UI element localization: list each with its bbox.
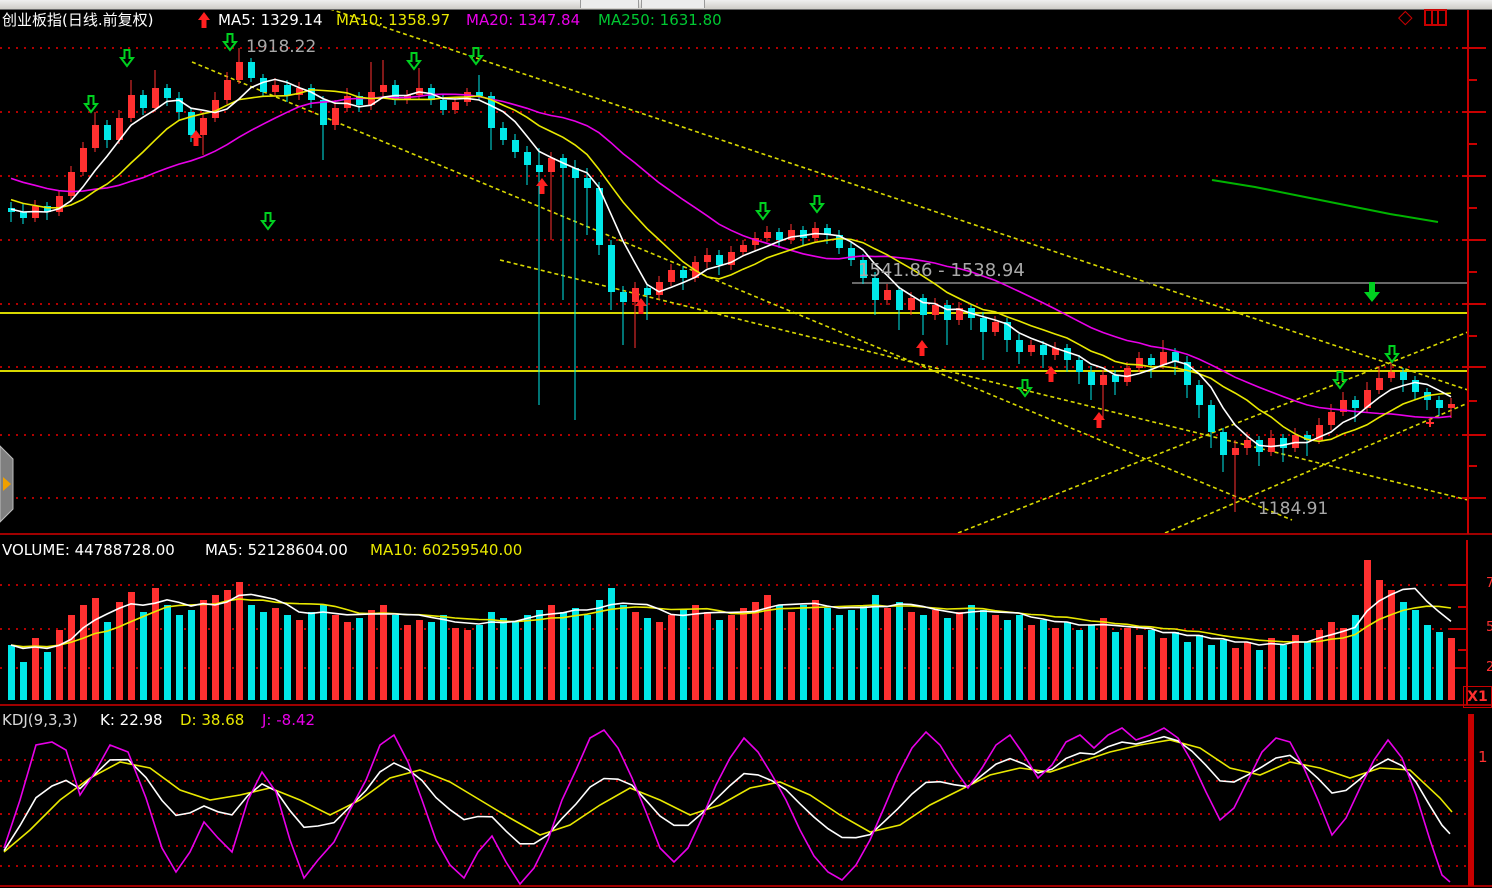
ma10-label: MA10: 1358.97 <box>336 12 450 29</box>
sell-signal-arrow-icon <box>121 50 133 66</box>
sell-signal-arrow-icon <box>85 96 97 112</box>
sell-signal-arrow-icon <box>811 196 823 212</box>
kdj-j-line <box>4 728 1450 884</box>
volume-axis-fragment: 5 <box>1486 620 1492 635</box>
up-trend-arrow-icon <box>197 12 211 33</box>
sell-signal-arrow-icon <box>1334 372 1346 388</box>
buy-signal-arrow-icon <box>1045 366 1057 382</box>
alert-arrow-icon <box>1364 282 1380 302</box>
ma250-label: MA250: 1631.80 <box>598 12 722 29</box>
sell-signal-arrow-icon <box>1019 380 1031 396</box>
sell-signal-arrow-icon <box>262 213 274 229</box>
kdj-k-line <box>4 737 1450 851</box>
ma20-label: MA20: 1347.84 <box>466 12 580 29</box>
volume-scale-badge: X1 <box>1463 686 1492 708</box>
trendlines <box>0 9 1468 533</box>
kdj-d-line <box>4 740 1452 852</box>
sell-signal-arrow-icon <box>408 53 420 69</box>
toolbar-segment <box>641 0 705 8</box>
volume-bars <box>8 560 1455 700</box>
ma5-label: MA5: 1329.14 <box>218 12 323 29</box>
gap-price-annotation: 1541.86 - 1538.94 <box>858 260 1025 281</box>
buy-signal-arrow-icon <box>536 178 548 194</box>
high-price-annotation: 1918.22 <box>246 37 316 57</box>
sell-signal-arrow-icon <box>470 48 482 64</box>
sell-signal-arrow-icon <box>757 203 769 219</box>
toolbar-bottom-strip <box>0 0 1492 10</box>
kdj-k-label: K: 22.98 <box>100 712 163 729</box>
gridlines <box>0 48 1468 866</box>
trading-app-window: 创业板指(日线.前复权) MA5: 1329.14 MA10: 1358.97 … <box>0 0 1492 888</box>
left-drawer-tab[interactable] <box>0 444 18 526</box>
kdj-d-label: D: 38.68 <box>180 712 244 729</box>
volume-ma5-label: MA5: 52128604.00 <box>205 542 348 559</box>
volume-axis-fragment: 7 <box>1486 576 1492 591</box>
kdj-j-label: J: -8.42 <box>262 712 315 729</box>
symbol-title: 创业板指(日线.前复权) <box>2 12 153 29</box>
ma250-line <box>1212 180 1438 222</box>
toolbar-segment <box>580 0 639 8</box>
window-layout-icon[interactable] <box>1424 9 1448 31</box>
chart-canvas[interactable] <box>0 0 1492 888</box>
candlestick-series <box>8 48 1455 512</box>
kdj-axis-fragment: 1 <box>1478 748 1488 766</box>
low-price-annotation: 1184.91 <box>1258 499 1328 519</box>
volume-label: VOLUME: 44788728.00 <box>2 542 175 559</box>
diamond-marker-icon[interactable]: ◇ <box>1398 8 1413 27</box>
volume-axis-fragment: 2 <box>1486 660 1492 675</box>
ma5-line <box>11 79 1451 446</box>
kdj-indicator-label: KDJ(9,3,3) <box>2 712 78 729</box>
buy-signal-arrow-icon <box>916 340 928 356</box>
volume-ma10-label: MA10: 60259540.00 <box>370 542 522 559</box>
